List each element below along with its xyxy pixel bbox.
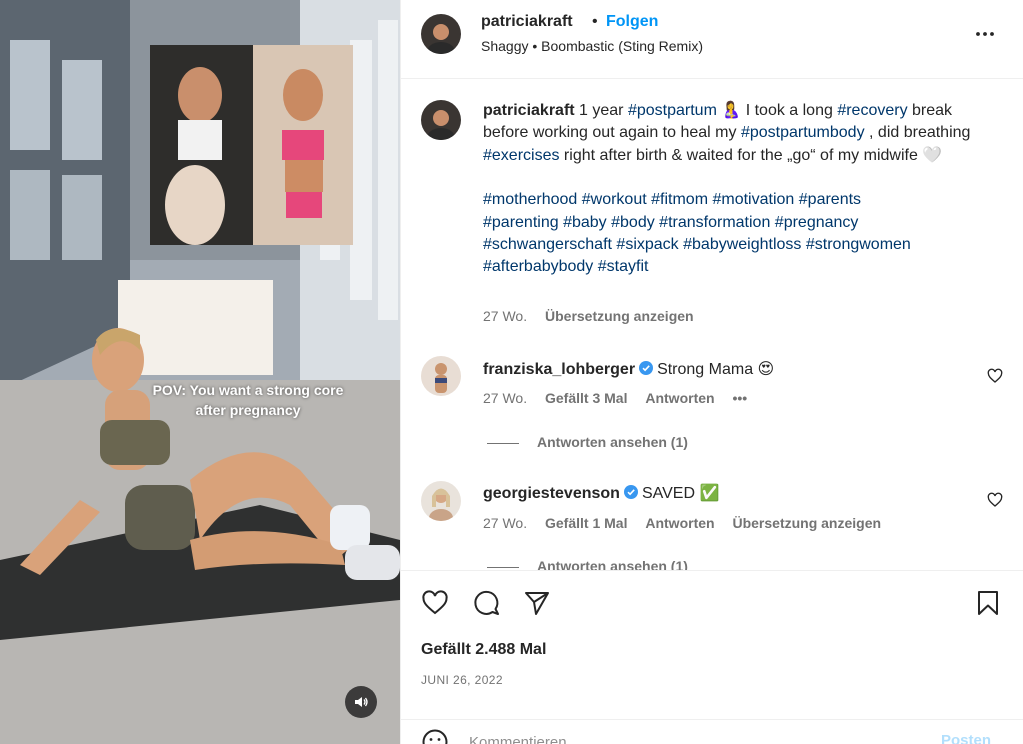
hashtag-link[interactable]: #transformation	[659, 214, 770, 231]
separator-dot: •	[592, 13, 598, 30]
avatar[interactable]	[421, 481, 461, 521]
translate-link[interactable]: Übersetzung anzeigen	[545, 308, 694, 324]
post-caption: patriciakraft 1 year #postpartum 🤱 I too…	[483, 100, 983, 279]
heart-icon[interactable]	[421, 589, 449, 617]
caption-text: 1 year	[574, 102, 628, 119]
caption-username[interactable]: patriciakraft	[483, 102, 575, 119]
comment-text: Strong Mama 😍	[657, 361, 775, 378]
hashtag-link[interactable]: #motherhood	[483, 191, 577, 208]
comment-like-heart-icon[interactable]	[987, 368, 1003, 384]
hashtag-link[interactable]: #motivation	[712, 191, 794, 208]
hashtag-link[interactable]: #postpartum	[628, 102, 717, 119]
sound-toggle-button[interactable]	[345, 686, 377, 718]
reply-button[interactable]: Antworten	[645, 515, 714, 531]
post-date: JUNI 26, 2022	[421, 673, 503, 687]
comment-icon[interactable]	[473, 589, 501, 617]
video-caption-overlay: POV: You want a strong core after pregna…	[152, 382, 344, 418]
post-header: patriciakraft • Folgen Shaggy • Boombast…	[401, 0, 1023, 79]
comment-composer: Posten	[401, 719, 1023, 744]
avatar[interactable]	[421, 356, 461, 396]
comment-body: franziska_lohberger Strong Mama 😍	[483, 359, 774, 379]
share-icon[interactable]	[523, 589, 551, 617]
hashtag-link[interactable]: #pregnancy	[775, 214, 859, 231]
avatar[interactable]	[421, 100, 461, 140]
profile-photo	[421, 100, 461, 140]
more-horizontal-icon[interactable]	[973, 24, 997, 44]
reply-button[interactable]: Antworten	[645, 390, 714, 406]
comment-text: SAVED ✅	[641, 485, 720, 502]
hashtag-link[interactable]: #afterbabybody	[483, 258, 593, 275]
hashtag-link[interactable]: #parents	[799, 191, 861, 208]
comment-age: 27 Wo.	[483, 390, 528, 406]
view-replies-button[interactable]: Antworten ansehen (1)	[487, 558, 688, 570]
comment-like-heart-icon[interactable]	[987, 492, 1003, 508]
caption-text: 🤱 I took a long	[716, 102, 838, 119]
verified-badge-icon	[623, 485, 638, 499]
emoji-icon[interactable]	[421, 728, 449, 744]
hashtag-link[interactable]: #sixpack	[616, 236, 678, 253]
hashtag-link[interactable]: #babyweightloss	[683, 236, 801, 253]
post-media[interactable]: POV: You want a strong core after pregna…	[0, 0, 400, 744]
hashtag-link[interactable]: #recovery	[837, 102, 907, 119]
comment-likes-link[interactable]: Gefällt 3 Mal	[545, 390, 627, 406]
comment-body: georgiestevenson SAVED ✅	[483, 483, 719, 503]
speaker-icon	[355, 697, 368, 707]
caption-meta: 27 Wo. Übersetzung anzeigen	[483, 308, 708, 324]
bookmark-icon[interactable]	[974, 589, 1002, 617]
view-replies-button[interactable]: Antworten ansehen (1)	[487, 434, 688, 450]
comment-input[interactable]	[469, 730, 909, 744]
caption-text: right after birth & waited for the „go“ …	[559, 146, 943, 164]
hashtag-link[interactable]: #body	[611, 214, 655, 231]
hashtag-link[interactable]: #stayfit	[598, 258, 649, 275]
profile-photo	[421, 481, 461, 521]
hashtag-list: #motherhood #workout #fitmom #motivation…	[483, 189, 983, 279]
comment-meta: 27 Wo. Gefällt 3 Mal Antworten •••	[483, 390, 761, 406]
comment-meta: 27 Wo. Gefällt 1 Mal Antworten Übersetzu…	[483, 515, 895, 531]
translate-link[interactable]: Übersetzung anzeigen	[732, 515, 881, 531]
likes-count[interactable]: Gefällt 2.488 Mal	[421, 641, 546, 659]
comment-username[interactable]: georgiestevenson	[483, 485, 620, 502]
profile-photo	[421, 14, 461, 54]
verified-badge-icon	[639, 361, 654, 375]
comment-age: 27 Wo.	[483, 515, 528, 531]
comment-username[interactable]: franziska_lohberger	[483, 361, 635, 378]
avatar[interactable]	[421, 14, 461, 54]
hashtag-link[interactable]: #postpartumbody	[741, 124, 865, 141]
audio-track-link[interactable]: Shaggy • Boombastic (Sting Remix)	[481, 38, 703, 54]
hashtag-link[interactable]: #exercises	[483, 147, 559, 164]
post-details-panel: patriciakraft • Folgen Shaggy • Boombast…	[400, 0, 1023, 744]
comments-scroll-area[interactable]: patriciakraft 1 year #postpartum 🤱 I too…	[401, 80, 1023, 570]
profile-photo	[421, 356, 461, 396]
hashtag-link[interactable]: #baby	[563, 214, 607, 231]
caption-text: , did breathing	[864, 124, 971, 142]
video-frame	[0, 0, 400, 744]
post-actions: Gefällt 2.488 Mal JUNI 26, 2022 Posten	[401, 570, 1023, 744]
hashtag-link[interactable]: #fitmom	[651, 191, 708, 208]
hashtag-link[interactable]: #strongwomen	[806, 236, 911, 253]
post-comment-button[interactable]: Posten	[941, 732, 991, 744]
comment-likes-link[interactable]: Gefällt 1 Mal	[545, 515, 627, 531]
comment-options-button[interactable]: •••	[732, 390, 747, 406]
caption-age: 27 Wo.	[483, 308, 528, 324]
hashtag-link[interactable]: #parenting	[483, 214, 559, 231]
author-username[interactable]: patriciakraft	[481, 13, 573, 31]
follow-button[interactable]: Folgen	[606, 13, 658, 31]
hashtag-link[interactable]: #schwangerschaft	[483, 236, 612, 253]
hashtag-link[interactable]: #workout	[582, 191, 647, 208]
